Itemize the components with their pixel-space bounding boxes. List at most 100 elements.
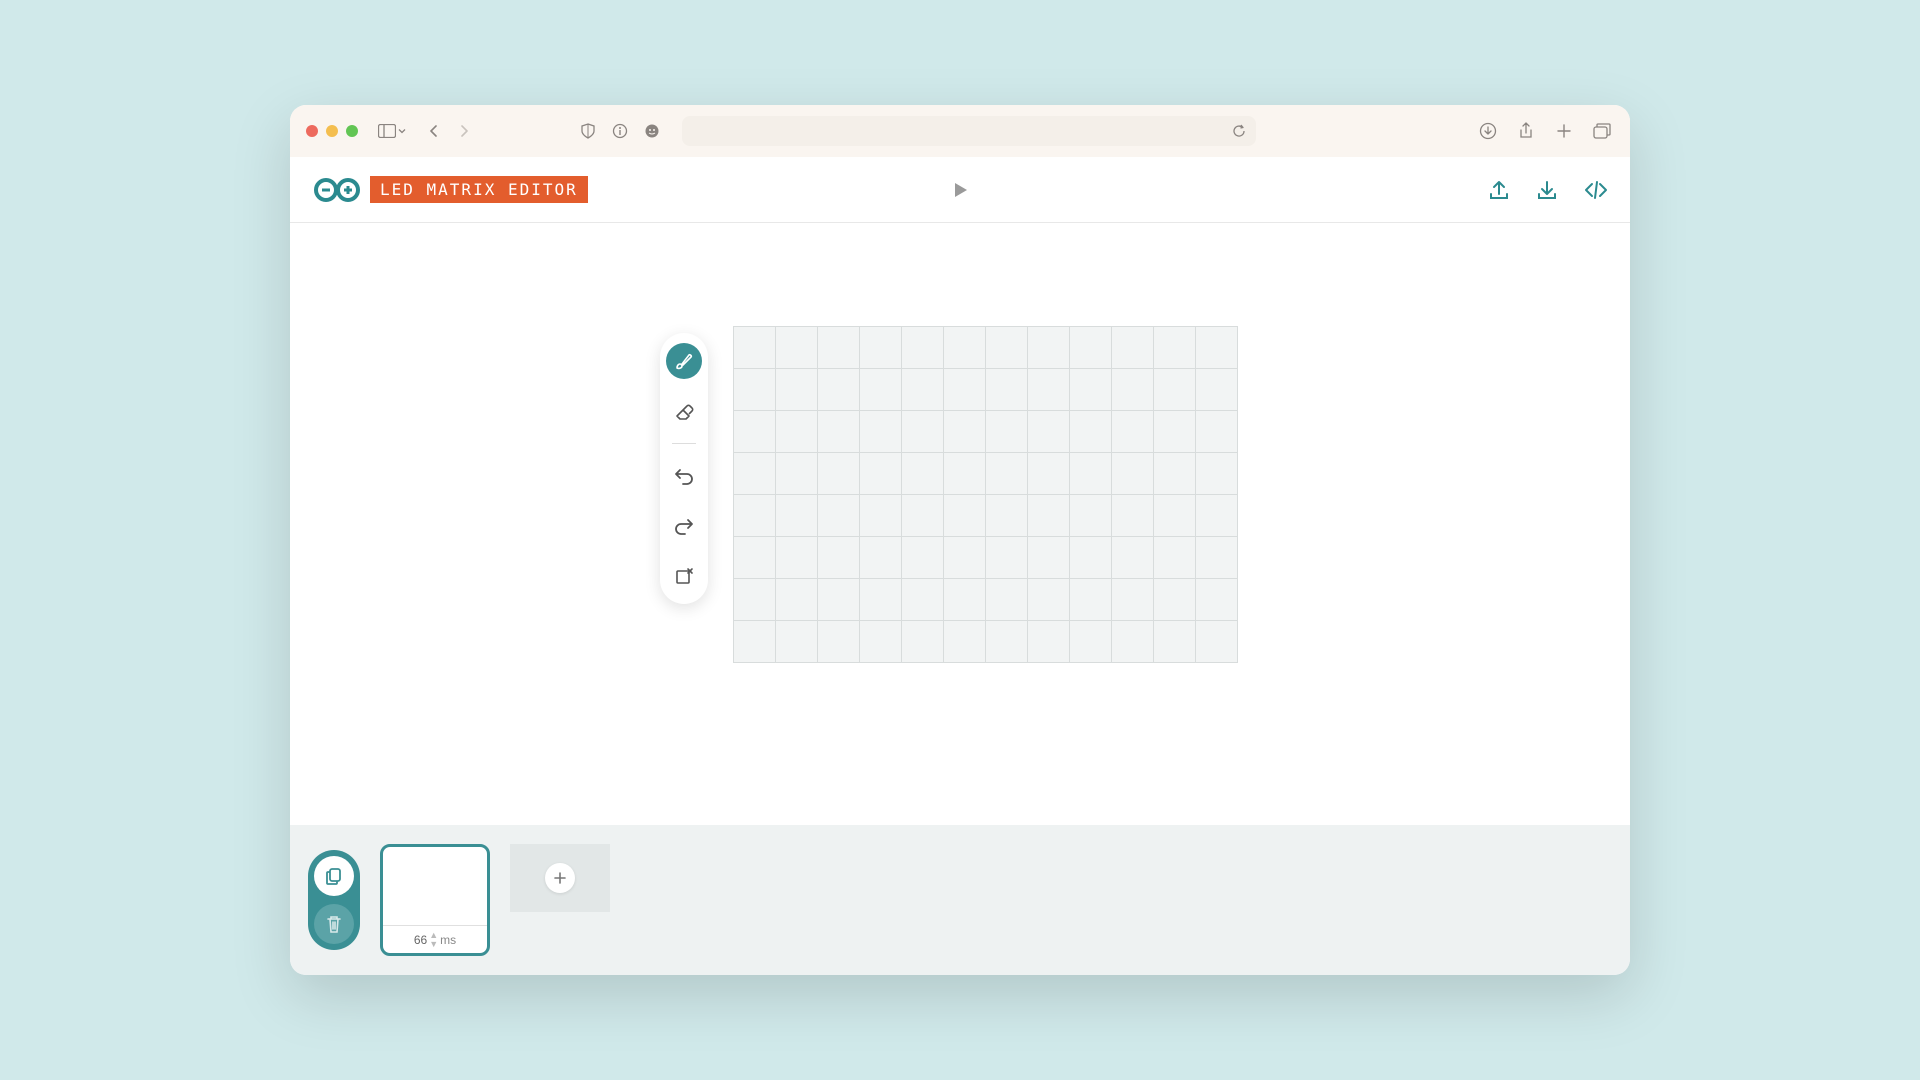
led-cell[interactable] — [1112, 537, 1153, 578]
led-cell[interactable] — [1028, 621, 1069, 662]
led-cell[interactable] — [1154, 495, 1195, 536]
led-cell[interactable] — [944, 579, 985, 620]
redo-button[interactable] — [666, 508, 702, 544]
led-cell[interactable] — [734, 369, 775, 410]
led-cell[interactable] — [776, 411, 817, 452]
led-cell[interactable] — [776, 621, 817, 662]
led-cell[interactable] — [860, 537, 901, 578]
led-cell[interactable] — [734, 537, 775, 578]
led-cell[interactable] — [1196, 621, 1237, 662]
led-cell[interactable] — [902, 495, 943, 536]
led-cell[interactable] — [944, 411, 985, 452]
led-cell[interactable] — [818, 537, 859, 578]
led-cell[interactable] — [1154, 537, 1195, 578]
led-cell[interactable] — [1070, 495, 1111, 536]
download-button[interactable] — [1536, 179, 1558, 201]
back-button[interactable] — [422, 119, 446, 143]
led-cell[interactable] — [860, 411, 901, 452]
led-cell[interactable] — [986, 579, 1027, 620]
led-cell[interactable] — [1070, 579, 1111, 620]
led-cell[interactable] — [1028, 453, 1069, 494]
led-cell[interactable] — [1112, 369, 1153, 410]
led-cell[interactable] — [944, 369, 985, 410]
led-cell[interactable] — [1028, 495, 1069, 536]
led-cell[interactable] — [1028, 579, 1069, 620]
led-cell[interactable] — [1196, 495, 1237, 536]
led-cell[interactable] — [1028, 411, 1069, 452]
play-button[interactable] — [951, 181, 969, 199]
led-cell[interactable] — [860, 369, 901, 410]
led-cell[interactable] — [986, 411, 1027, 452]
led-cell[interactable] — [1070, 369, 1111, 410]
led-cell[interactable] — [734, 411, 775, 452]
led-cell[interactable] — [902, 369, 943, 410]
led-cell[interactable] — [986, 537, 1027, 578]
refresh-icon[interactable] — [1232, 124, 1246, 138]
led-cell[interactable] — [818, 369, 859, 410]
stepper-icon[interactable]: ▲▼ — [429, 931, 438, 949]
close-window-button[interactable] — [306, 125, 318, 137]
led-cell[interactable] — [860, 453, 901, 494]
led-cell[interactable] — [986, 495, 1027, 536]
led-cell[interactable] — [1028, 327, 1069, 368]
led-cell[interactable] — [944, 495, 985, 536]
draw-tool-button[interactable] — [666, 343, 702, 379]
led-cell[interactable] — [818, 621, 859, 662]
led-cell[interactable] — [776, 579, 817, 620]
led-cell[interactable] — [1070, 621, 1111, 662]
led-matrix-grid[interactable] — [733, 326, 1238, 663]
forward-button[interactable] — [452, 119, 476, 143]
led-cell[interactable] — [1112, 495, 1153, 536]
led-cell[interactable] — [818, 411, 859, 452]
led-cell[interactable] — [1154, 327, 1195, 368]
led-cell[interactable] — [818, 453, 859, 494]
led-cell[interactable] — [1112, 411, 1153, 452]
info-button[interactable] — [608, 119, 632, 143]
led-cell[interactable] — [1070, 327, 1111, 368]
led-cell[interactable] — [902, 579, 943, 620]
delete-frame-button[interactable] — [314, 904, 354, 944]
led-cell[interactable] — [986, 369, 1027, 410]
led-cell[interactable] — [734, 453, 775, 494]
led-cell[interactable] — [860, 579, 901, 620]
new-tab-button[interactable] — [1552, 119, 1576, 143]
sidebar-toggle[interactable] — [378, 124, 406, 138]
led-cell[interactable] — [1154, 411, 1195, 452]
shield-button[interactable] — [576, 119, 600, 143]
undo-button[interactable] — [666, 458, 702, 494]
clear-frame-button[interactable] — [666, 558, 702, 594]
led-cell[interactable] — [902, 453, 943, 494]
led-cell[interactable] — [1196, 411, 1237, 452]
led-cell[interactable] — [776, 369, 817, 410]
address-bar[interactable] — [682, 116, 1256, 146]
led-cell[interactable] — [818, 579, 859, 620]
add-frame-button[interactable] — [510, 844, 610, 912]
led-cell[interactable] — [1028, 369, 1069, 410]
tabs-overview-button[interactable] — [1590, 119, 1614, 143]
led-cell[interactable] — [776, 327, 817, 368]
led-cell[interactable] — [902, 327, 943, 368]
led-cell[interactable] — [1196, 579, 1237, 620]
led-cell[interactable] — [1112, 453, 1153, 494]
led-cell[interactable] — [734, 327, 775, 368]
led-cell[interactable] — [1070, 453, 1111, 494]
led-cell[interactable] — [818, 495, 859, 536]
led-cell[interactable] — [986, 453, 1027, 494]
upload-button[interactable] — [1488, 179, 1510, 201]
led-cell[interactable] — [1196, 369, 1237, 410]
erase-tool-button[interactable] — [666, 393, 702, 429]
tracking-button[interactable] — [640, 119, 664, 143]
led-cell[interactable] — [776, 537, 817, 578]
led-cell[interactable] — [944, 537, 985, 578]
led-cell[interactable] — [944, 327, 985, 368]
led-cell[interactable] — [1112, 621, 1153, 662]
led-cell[interactable] — [902, 537, 943, 578]
led-cell[interactable] — [734, 621, 775, 662]
led-cell[interactable] — [1154, 453, 1195, 494]
downloads-button[interactable] — [1476, 119, 1500, 143]
led-cell[interactable] — [860, 621, 901, 662]
led-cell[interactable] — [734, 579, 775, 620]
led-cell[interactable] — [1196, 453, 1237, 494]
led-cell[interactable] — [734, 495, 775, 536]
frame-duration[interactable]: 66 ▲▼ ms — [383, 925, 487, 953]
